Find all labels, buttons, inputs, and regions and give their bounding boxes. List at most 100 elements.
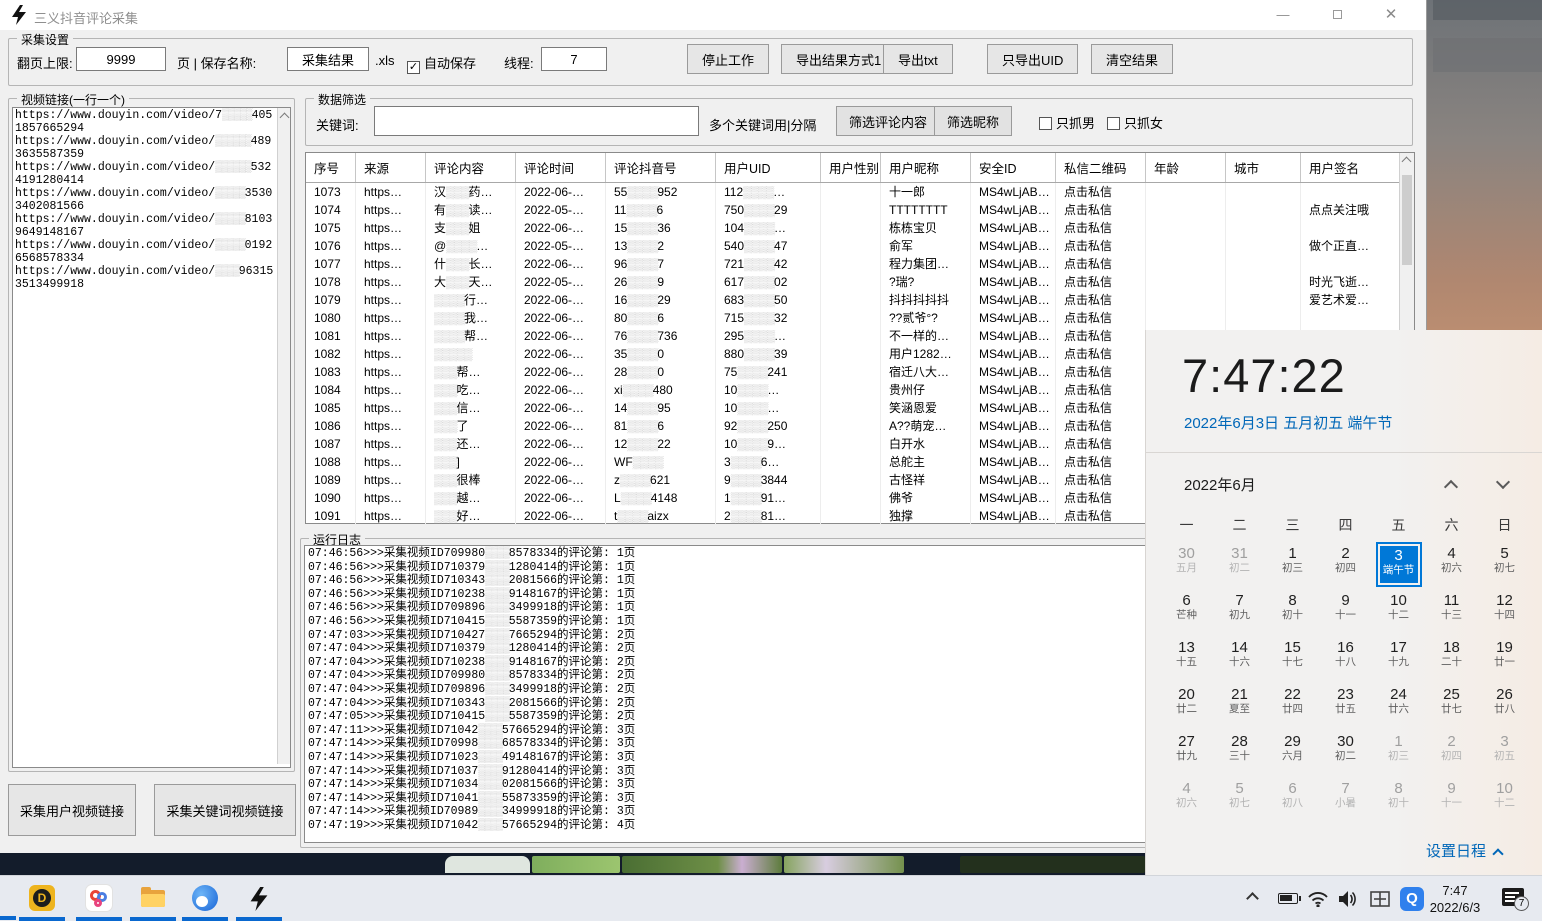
table-cell[interactable]: 点击私信: [1056, 345, 1146, 363]
battery-icon[interactable]: [1278, 893, 1298, 904]
day-cell[interactable]: 9十一: [1319, 589, 1372, 636]
keyword-input[interactable]: [374, 106, 699, 136]
wifi-icon[interactable]: [1308, 891, 1328, 907]
minimize-button[interactable]: —: [1260, 0, 1306, 30]
table-cell[interactable]: 点击私信: [1056, 417, 1146, 435]
calendar-next-icon[interactable]: [1496, 475, 1510, 489]
table-cell[interactable]: 点击私信: [1056, 327, 1146, 345]
tray-chevron-up-icon[interactable]: [1246, 892, 1259, 905]
day-cell[interactable]: 10十二: [1372, 589, 1425, 636]
day-cell[interactable]: 5初七: [1478, 542, 1531, 589]
table-cell[interactable]: 点击私信: [1056, 183, 1146, 201]
column-header[interactable]: 安全ID: [971, 153, 1056, 182]
column-header[interactable]: 用户昵称: [881, 153, 971, 182]
table-cell[interactable]: 点击私信: [1056, 219, 1146, 237]
day-cell[interactable]: 18二十: [1425, 636, 1478, 683]
day-cell[interactable]: 26廿八: [1478, 683, 1531, 730]
calendar-month-label[interactable]: 2022年6月: [1184, 474, 1256, 495]
scroll-up-icon[interactable]: [1402, 157, 1412, 167]
toolbar-button-5[interactable]: 清空结果: [1091, 44, 1173, 74]
table-cell[interactable]: 点击私信: [1056, 507, 1146, 525]
volume-icon[interactable]: [1338, 890, 1358, 908]
ime-icon[interactable]: [1370, 890, 1390, 908]
video-links-textarea[interactable]: https://www.douyin.com/video/7▒▒▒▒▒40518…: [12, 107, 291, 768]
thread-count-input[interactable]: [541, 47, 607, 71]
day-cell[interactable]: 5初七: [1213, 777, 1266, 824]
day-cell[interactable]: 9十一: [1425, 777, 1478, 824]
day-cell[interactable]: 2初四: [1425, 730, 1478, 777]
table-row[interactable]: 1073https…汉▒▒▒药…2022-06-…55▒▒▒▒952112▒▒▒…: [306, 183, 1414, 201]
table-cell[interactable]: 点击私信: [1056, 363, 1146, 381]
column-header[interactable]: 年龄: [1146, 153, 1226, 182]
close-button[interactable]: ✕: [1368, 0, 1414, 30]
day-cell-selected[interactable]: 3端午节: [1376, 542, 1422, 587]
taskbar-app-yellow[interactable]: D: [19, 876, 65, 921]
table-row[interactable]: 1077https…什▒▒▒长…2022-06-…96▒▒▒▒7721▒▒▒▒4…: [306, 255, 1414, 273]
day-cell[interactable]: 10十二: [1478, 777, 1531, 824]
day-cell[interactable]: 14十六: [1213, 636, 1266, 683]
day-cell[interactable]: 27廿九: [1160, 730, 1213, 777]
day-cell[interactable]: 7小暑: [1319, 777, 1372, 824]
day-cell[interactable]: 4初六: [1425, 542, 1478, 589]
schedule-link[interactable]: 设置日程: [1426, 840, 1502, 861]
filter-checkbox-1[interactable]: 只抓男: [1039, 113, 1095, 132]
day-cell[interactable]: 28三十: [1213, 730, 1266, 777]
day-cell[interactable]: 8初十: [1266, 589, 1319, 636]
column-header[interactable]: 私信二维码: [1056, 153, 1146, 182]
column-header[interactable]: 评论时间: [516, 153, 606, 182]
day-cell[interactable]: 19廿一: [1478, 636, 1531, 683]
table-cell[interactable]: 点击私信: [1056, 471, 1146, 489]
table-row[interactable]: 1074https…有▒▒▒读…2022-05-…11▒▒▒▒6750▒▒▒▒2…: [306, 201, 1414, 219]
day-cell[interactable]: 23廿五: [1319, 683, 1372, 730]
collect-user-videos-button[interactable]: 采集用户视频链接: [8, 784, 136, 836]
day-cell[interactable]: 29六月: [1266, 730, 1319, 777]
calendar-prev-icon[interactable]: [1444, 480, 1458, 494]
tray-clock[interactable]: 7:47 2022/6/3: [1415, 882, 1495, 916]
clock-date-link[interactable]: 2022年6月3日 五月初五 端午节: [1184, 412, 1392, 433]
table-cell[interactable]: 点击私信: [1056, 273, 1146, 291]
day-cell[interactable]: 21夏至: [1213, 683, 1266, 730]
column-header[interactable]: 用户签名: [1301, 153, 1414, 182]
day-cell[interactable]: 22廿四: [1266, 683, 1319, 730]
day-cell[interactable]: 1初三: [1266, 542, 1319, 589]
table-cell[interactable]: 点击私信: [1056, 399, 1146, 417]
filter-checkbox-2[interactable]: 只抓女: [1107, 113, 1163, 132]
day-cell[interactable]: 2初四: [1319, 542, 1372, 589]
day-cell[interactable]: 6初八: [1266, 777, 1319, 824]
taskbar-app-circles[interactable]: [76, 876, 122, 921]
column-header[interactable]: 评论内容: [426, 153, 516, 182]
table-cell[interactable]: 点击私信: [1056, 201, 1146, 219]
day-cell[interactable]: 20廿二: [1160, 683, 1213, 730]
table-cell[interactable]: 点击私信: [1056, 291, 1146, 309]
scrollbar-thumb[interactable]: [1402, 175, 1412, 265]
day-cell[interactable]: 16十八: [1319, 636, 1372, 683]
day-cell[interactable]: 13十五: [1160, 636, 1213, 683]
table-cell[interactable]: 点击私信: [1056, 381, 1146, 399]
table-row[interactable]: 1079https…▒▒▒▒行…2022-06-…16▒▒▒▒29683▒▒▒▒…: [306, 291, 1414, 309]
toolbar-button-4[interactable]: 只导出UID: [987, 44, 1078, 74]
table-cell[interactable]: 点击私信: [1056, 255, 1146, 273]
column-header[interactable]: 用户UID: [716, 153, 821, 182]
filter-button-2[interactable]: 筛选昵称: [934, 106, 1012, 136]
table-cell[interactable]: 点击私信: [1056, 237, 1146, 255]
day-cell[interactable]: 15十七: [1266, 636, 1319, 683]
scroll-up-icon[interactable]: [280, 113, 290, 123]
day-cell[interactable]: 17十九: [1372, 636, 1425, 683]
table-row[interactable]: 1076https…@▒▒▒▒…2022-05-…13▒▒▒▒2540▒▒▒▒4…: [306, 237, 1414, 255]
page-limit-input[interactable]: [76, 47, 166, 71]
filter-button-1[interactable]: 筛选评论内容: [836, 106, 940, 136]
table-cell[interactable]: 点击私信: [1056, 309, 1146, 327]
day-cell[interactable]: 25廿七: [1425, 683, 1478, 730]
collect-keyword-videos-button[interactable]: 采集关键词视频链接: [154, 784, 296, 836]
taskbar-collector-app[interactable]: [236, 876, 282, 921]
day-cell[interactable]: 7初九: [1213, 589, 1266, 636]
column-header[interactable]: 用户性别: [821, 153, 881, 182]
day-cell[interactable]: 31初二: [1213, 542, 1266, 589]
table-row[interactable]: 1075https…支▒▒▒姐2022-06-…15▒▒▒▒36104▒▒▒▒……: [306, 219, 1414, 237]
day-cell[interactable]: 30初二: [1319, 730, 1372, 777]
table-cell[interactable]: 点击私信: [1056, 435, 1146, 453]
maximize-button[interactable]: [1314, 0, 1360, 30]
toolbar-button-1[interactable]: 停止工作: [687, 44, 769, 74]
table-cell[interactable]: 点击私信: [1056, 453, 1146, 471]
links-scrollbar[interactable]: [277, 108, 290, 764]
